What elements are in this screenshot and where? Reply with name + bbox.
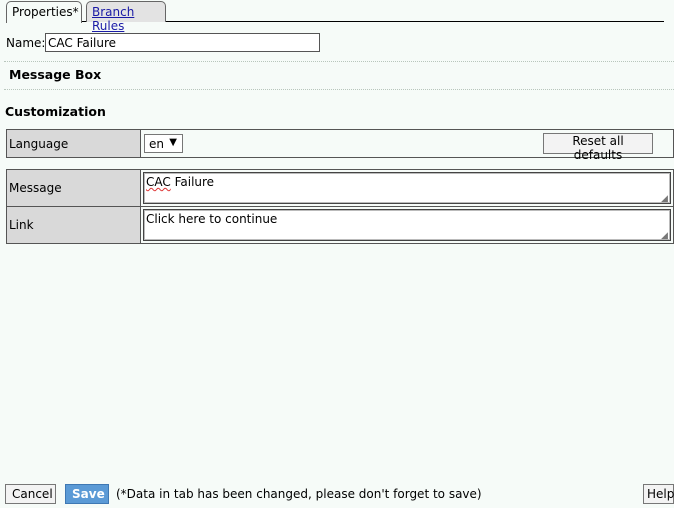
tab-branch-rules-label: Branch Rules <box>92 5 135 33</box>
link-value-cell: Click here to continue ◢ <box>142 207 673 243</box>
link-label: Link <box>7 207 141 243</box>
message-row: Message CAC Failure ◢ <box>7 170 673 207</box>
name-label: Name: <box>6 36 46 50</box>
properties-panel: Properties* Branch Rules Name: Message B… <box>0 0 674 508</box>
language-row: Language en ▼ Reset all defaults <box>7 130 673 162</box>
tab-properties[interactable]: Properties* <box>6 1 82 23</box>
message-textarea[interactable]: CAC Failure ◢ <box>143 172 671 204</box>
reset-defaults-button[interactable]: Reset all defaults <box>543 133 653 162</box>
dropdown-arrow-icon: ▼ <box>169 137 177 148</box>
name-input[interactable] <box>45 33 320 52</box>
message-text: Failure <box>170 175 215 189</box>
resize-grip-icon[interactable]: ◢ <box>661 232 669 241</box>
tab-properties-label: Properties* <box>12 5 79 19</box>
tab-branch-rules[interactable]: Branch Rules <box>86 1 166 33</box>
language-table: Language en ▼ Reset all defaults <box>6 129 674 162</box>
language-value-cell: en ▼ Reset all defaults <box>142 130 673 162</box>
message-table: Message CAC Failure ◢ Link Click here to… <box>6 169 674 244</box>
divider <box>4 61 674 62</box>
divider <box>4 89 674 90</box>
message-label: Message <box>7 170 141 206</box>
link-row: Link Click here to continue ◢ <box>7 207 673 243</box>
tab-bar: Properties* Branch Rules <box>6 0 664 33</box>
save-button[interactable]: Save <box>65 484 109 504</box>
unsaved-changes-note: (*Data in tab has been changed, please d… <box>116 487 482 501</box>
language-selected: en <box>149 137 164 151</box>
section-customization: Customization <box>5 104 106 119</box>
message-value-cell: CAC Failure ◢ <box>142 170 673 206</box>
resize-grip-icon[interactable]: ◢ <box>661 195 669 204</box>
link-textarea[interactable]: Click here to continue ◢ <box>143 209 671 241</box>
language-select[interactable]: en ▼ <box>144 134 183 153</box>
cancel-button[interactable]: Cancel <box>5 484 56 504</box>
section-message-box: Message Box <box>9 67 102 82</box>
language-label: Language <box>7 130 141 157</box>
help-button[interactable]: Help <box>643 484 674 504</box>
message-text-misspelled: CAC <box>146 175 171 189</box>
link-text: Click here to continue <box>146 212 278 226</box>
